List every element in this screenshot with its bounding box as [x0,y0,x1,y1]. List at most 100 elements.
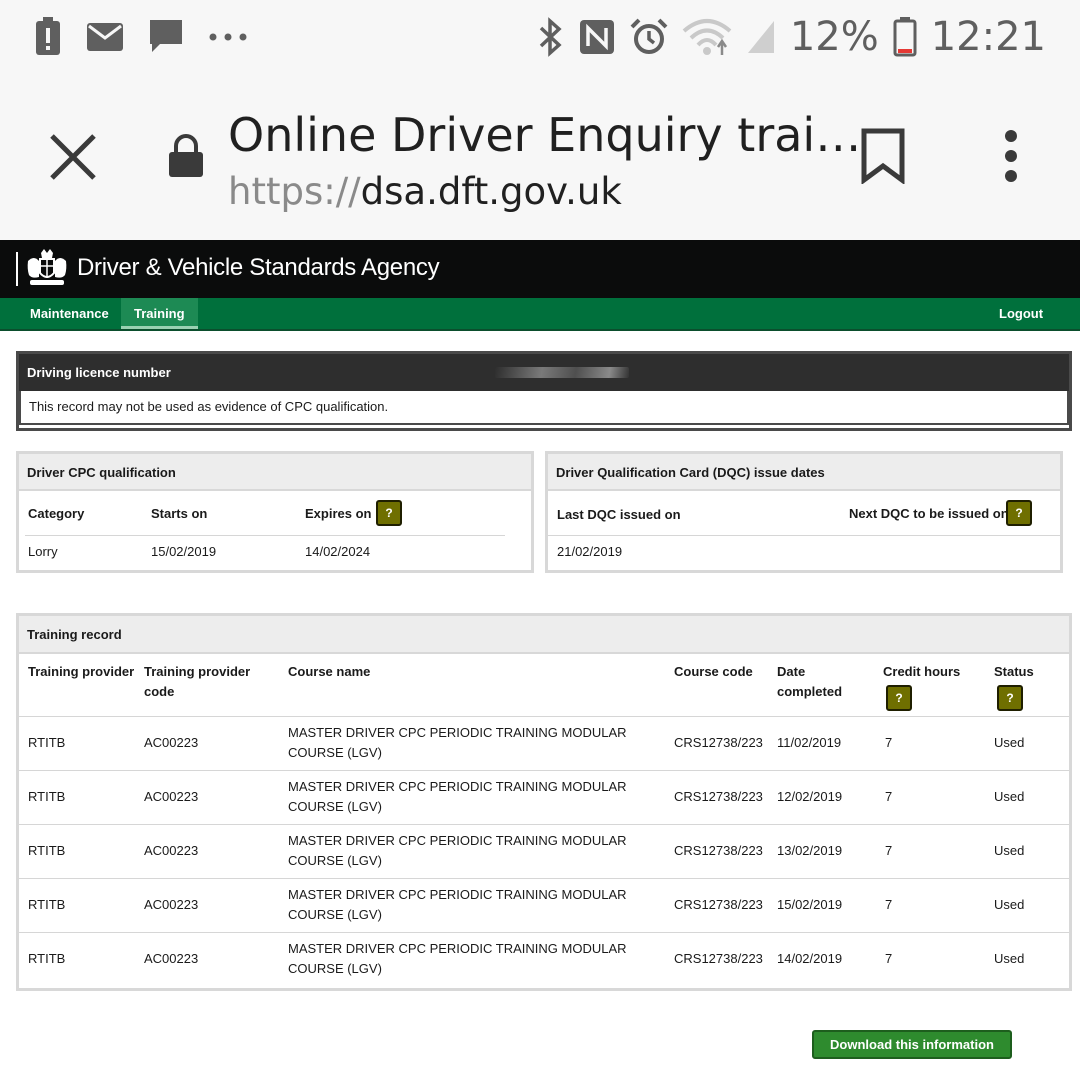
row-course-name: MASTER DRIVER CPC PERIODIC TRAINING MODU… [288,833,627,868]
row-provider: RTITB [28,789,66,804]
row-provider: RTITB [28,951,66,966]
row-divider [19,932,1069,933]
row-course-name: MASTER DRIVER CPC PERIODIC TRAINING MODU… [288,941,627,976]
licence-notice: This record may not be used as evidence … [19,391,1069,425]
agency-name: Driver & Vehicle Standards Agency [77,254,440,281]
bluetooth-icon [539,17,562,57]
wifi-icon [682,19,732,55]
main-nav: Maintenance Training Logout [0,298,1080,331]
row-course-name: MASTER DRIVER CPC PERIODIC TRAINING MODU… [288,887,627,922]
licence-number-redacted [495,367,629,378]
nav-tab-training[interactable]: Training [121,298,198,329]
row-provider-code: AC00223 [144,843,199,858]
row-divider [19,824,1069,825]
cpc-starts: 15/02/2019 [151,544,217,559]
help-icon-expires[interactable]: ? [376,500,402,526]
chat-icon [150,20,182,52]
row-divider [19,716,1069,717]
row-provider-code: AC00223 [144,735,199,750]
battery-percent: 12% [789,14,879,60]
row-status: Used [994,897,1025,912]
row-course-code: CRS12738/223 [674,789,763,804]
dqc-divider [548,535,1060,536]
cpc-col-expires: Expires on [305,506,372,521]
row-date: 12/02/2019 [777,789,843,804]
row-course-code: CRS12738/223 [674,951,763,966]
col-course-code: Course code [674,664,753,679]
help-icon-credit-hours[interactable]: ? [886,685,912,711]
browser-toolbar: Online Driver Enquiry trai… https://dsa.… [0,78,1080,240]
nav-tab-maintenance[interactable]: Maintenance [17,298,122,329]
cpc-col-category: Category [28,506,85,521]
row-date: 14/02/2019 [777,951,843,966]
row-hours: 7 [885,951,893,966]
row-hours: 7 [885,897,893,912]
row-course-code: CRS12738/223 [674,843,763,858]
row-course-code: CRS12738/223 [674,735,763,750]
row-hours: 7 [885,789,893,804]
royal-crest-icon [27,249,67,285]
col-provider: Training provider [28,664,135,679]
licence-heading-bar: Driving licence number [19,354,1069,391]
dqc-last: 21/02/2019 [557,544,623,559]
cpc-col-starts: Starts on [151,506,208,521]
battery-icon [893,17,917,57]
row-hours: 7 [885,735,893,750]
dqc-col-last: Last DQC issued on [557,507,681,522]
training-panel: Training record Training provider Traini… [16,613,1072,991]
overflow-menu-icon[interactable] [1002,130,1020,182]
mail-icon [87,23,123,51]
col-date-completed: Date completed [777,664,843,699]
row-provider: RTITB [28,735,66,750]
row-course-code: CRS12738/223 [674,897,763,912]
row-date: 13/02/2019 [777,843,843,858]
row-status: Used [994,951,1025,966]
col-credit-hours: Credit hours [883,664,961,679]
cpc-divider [25,535,505,536]
row-hours: 7 [885,843,893,858]
licence-panel: Driving licence number This record may n… [16,351,1072,431]
row-divider [19,878,1069,879]
help-icon-next-dqc[interactable]: ? [1006,500,1032,526]
url-host: dsa.dft.gov.uk [360,170,622,213]
row-status: Used [994,735,1025,750]
cpc-panel: Driver CPC qualification Category Starts… [16,451,534,573]
cpc-heading: Driver CPC qualification [19,454,531,491]
alarm-icon [630,18,668,54]
nfc-icon [579,20,614,54]
logout-link[interactable]: Logout [986,298,1056,329]
col-course-name: Course name [288,664,371,679]
row-provider-code: AC00223 [144,897,199,912]
cpc-expires: 14/02/2024 [305,544,371,559]
licence-heading: Driving licence number [27,365,171,380]
bookmark-icon[interactable] [860,128,906,184]
row-divider [19,770,1069,771]
page-title: Online Driver Enquiry trai… [228,108,862,162]
row-provider-code: AC00223 [144,789,199,804]
col-status: Status [994,664,1034,679]
row-course-name: MASTER DRIVER CPC PERIODIC TRAINING MODU… [288,779,627,814]
help-icon-status[interactable]: ? [997,685,1023,711]
url-display[interactable]: https://dsa.dft.gov.uk [228,170,622,213]
agency-header: Driver & Vehicle Standards Agency [0,240,1080,298]
row-date: 11/02/2019 [777,735,842,750]
row-provider-code: AC00223 [144,951,199,966]
row-status: Used [994,843,1025,858]
row-provider: RTITB [28,897,66,912]
status-bar: 12% 12:21 [0,0,1080,78]
lock-icon [169,134,203,177]
row-course-name: MASTER DRIVER CPC PERIODIC TRAINING MODU… [288,725,627,760]
close-icon[interactable] [46,130,100,184]
signal-icon [747,21,774,53]
dqc-panel: Driver Qualification Card (DQC) issue da… [545,451,1063,573]
alert-icon [36,17,60,55]
row-date: 15/02/2019 [777,897,843,912]
col-provider-code: Training provider code [144,664,251,699]
more-dots-icon [209,33,247,41]
clock-time: 12:21 [930,14,1046,60]
row-provider: RTITB [28,843,66,858]
url-scheme: https:// [228,170,361,213]
cpc-category: Lorry [28,544,58,559]
training-heading: Training record [19,616,1069,654]
download-button[interactable]: Download this information [812,1030,1012,1059]
